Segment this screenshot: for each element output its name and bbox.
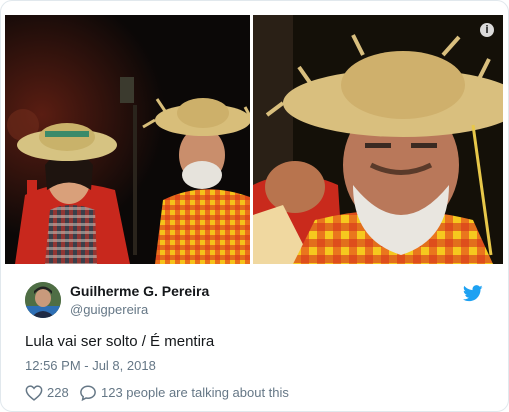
info-icon[interactable]: i xyxy=(480,23,494,37)
talking-about-link[interactable]: 123 people are talking about this xyxy=(101,385,289,400)
photo-left-image xyxy=(5,15,250,264)
heart-icon[interactable] xyxy=(25,385,43,401)
twitter-bird-icon[interactable] xyxy=(463,285,483,302)
photo-left[interactable] xyxy=(5,15,250,264)
like-count[interactable]: 228 xyxy=(47,385,69,400)
display-name[interactable]: Guilherme G. Pereira xyxy=(70,283,209,299)
reply-bubble-icon[interactable] xyxy=(79,384,97,402)
photo-right[interactable] xyxy=(253,15,503,264)
user-handle[interactable]: @guigpereira xyxy=(70,302,148,317)
tweet-card[interactable]: i Guilherme G. Pereira @guigpereira Lula… xyxy=(0,0,509,412)
avatar-image xyxy=(25,282,61,318)
avatar[interactable] xyxy=(25,282,61,318)
photo-right-image xyxy=(253,15,503,264)
tweet-media[interactable]: i xyxy=(1,1,508,267)
tweet-text: Lula vai ser solto / É mentira xyxy=(25,333,215,350)
tweet-timestamp[interactable]: 12:56 PM - Jul 8, 2018 xyxy=(25,358,156,373)
